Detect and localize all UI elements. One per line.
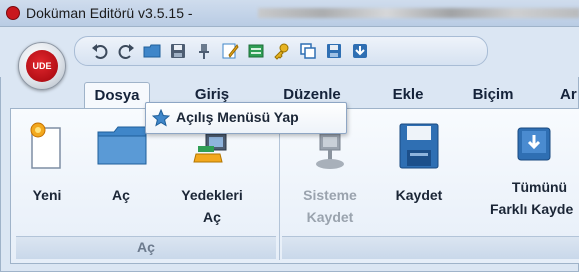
title-bar: Doküman Editörü v3.5.15 - bbox=[0, 0, 579, 27]
folder-open-icon[interactable] bbox=[143, 42, 161, 60]
tab-ar[interactable]: Ar bbox=[560, 82, 579, 108]
save-all-as-button-line2[interactable]: Farklı Kayde bbox=[490, 198, 579, 220]
tab-bicim[interactable]: Biçim bbox=[464, 82, 522, 108]
redo-icon[interactable] bbox=[117, 42, 135, 60]
folder-icon bbox=[97, 126, 147, 165]
save-button[interactable]: Kaydet bbox=[386, 184, 452, 206]
group-separator bbox=[279, 114, 280, 260]
tab-dosya[interactable]: Dosya bbox=[84, 82, 150, 109]
system-save-button-line1[interactable]: Sisteme bbox=[290, 184, 370, 206]
set-startup-menu-popup[interactable]: Açılış Menüsü Yap bbox=[145, 102, 347, 134]
new-button[interactable]: Yeni bbox=[24, 184, 70, 206]
undo-icon[interactable] bbox=[91, 42, 109, 60]
key-icon[interactable] bbox=[273, 42, 291, 60]
set-startup-menu-label: Açılış Menüsü Yap bbox=[176, 109, 299, 125]
window-title: Doküman Editörü v3.5.15 - bbox=[26, 5, 193, 21]
edit-icon[interactable] bbox=[221, 42, 239, 60]
document-icon[interactable] bbox=[247, 42, 265, 60]
system-save-icon bbox=[316, 133, 344, 169]
floppy-icon bbox=[399, 123, 439, 169]
system-save-button-line2[interactable]: Kaydet bbox=[290, 206, 370, 228]
group-label-open: Aç bbox=[137, 239, 155, 255]
save-icon[interactable] bbox=[169, 42, 187, 60]
save-all-as-button-line1[interactable]: Tümünü bbox=[500, 176, 579, 198]
open-backups-button-line2[interactable]: Aç bbox=[172, 206, 252, 228]
app-logo-icon: UDE bbox=[26, 50, 58, 82]
application-menu-button[interactable]: UDE bbox=[18, 42, 66, 90]
backup-icon bbox=[193, 133, 227, 163]
star-icon bbox=[152, 109, 170, 127]
app-icon bbox=[6, 6, 20, 20]
save-all-icon bbox=[517, 127, 551, 161]
group-footer-save bbox=[282, 236, 579, 259]
new-document-icon bbox=[30, 122, 61, 169]
pin-icon[interactable] bbox=[195, 42, 213, 60]
copy-icon[interactable] bbox=[299, 42, 317, 60]
download-icon[interactable] bbox=[351, 42, 369, 60]
quick-access-toolbar bbox=[74, 36, 488, 66]
save-as-icon[interactable] bbox=[325, 42, 343, 60]
tab-ekle[interactable]: Ekle bbox=[386, 82, 430, 108]
open-backups-button-line1[interactable]: Yedekleri bbox=[172, 184, 252, 206]
application-window: Doküman Editörü v3.5.15 - UDE Dosya Giri… bbox=[0, 0, 579, 272]
blurred-file-path bbox=[258, 8, 579, 18]
open-button[interactable]: Aç bbox=[98, 184, 144, 206]
